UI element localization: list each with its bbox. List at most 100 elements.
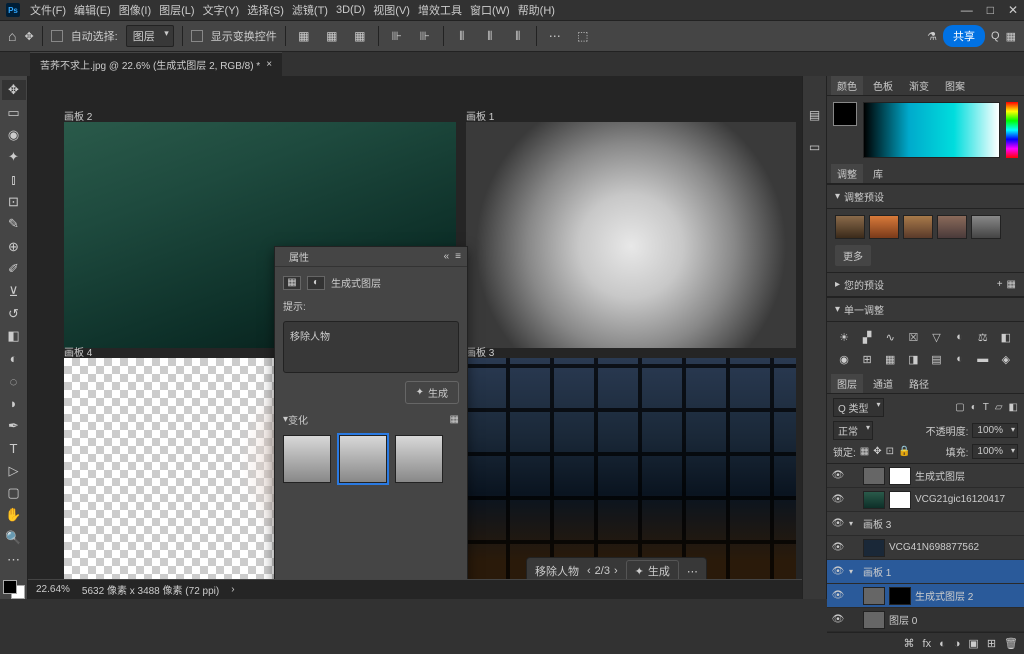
- layer-row[interactable]: 👁 VCG41N698877562: [827, 536, 1024, 560]
- path-tool[interactable]: ▷: [2, 460, 26, 480]
- lock-position-icon[interactable]: ✥: [873, 446, 881, 457]
- frame-tool[interactable]: ⊡: [2, 192, 26, 212]
- shape-tool[interactable]: ▢: [2, 483, 26, 503]
- bw-icon[interactable]: ◧: [997, 328, 1015, 346]
- beaker-icon[interactable]: ⚗: [927, 30, 937, 43]
- lock-all-icon[interactable]: 🔒: [898, 446, 910, 457]
- selective-icon[interactable]: ◈: [997, 350, 1015, 368]
- filter-shape-icon[interactable]: ▱: [995, 402, 1003, 413]
- preset-thumb[interactable]: [835, 215, 865, 239]
- color-tab[interactable]: 颜色: [831, 76, 863, 95]
- menu-plugins[interactable]: 增效工具: [414, 2, 466, 18]
- preset-thumb[interactable]: [869, 215, 899, 239]
- lookup-icon[interactable]: ▦: [881, 350, 899, 368]
- gradients-tab[interactable]: 渐变: [903, 76, 935, 95]
- filter-type-icon[interactable]: T: [983, 402, 989, 413]
- new-layer-icon[interactable]: ⊞: [987, 637, 996, 650]
- single-adjust-header[interactable]: ▾ 单一调整: [827, 297, 1024, 322]
- preset-thumb[interactable]: [971, 215, 1001, 239]
- pen-tool[interactable]: ✒: [2, 416, 26, 436]
- filter-image-icon[interactable]: ▢: [955, 402, 964, 413]
- artboard-3[interactable]: 画板 3 移除人物 ‹ 2/3 › ✦ 生成 ⋯: [466, 358, 796, 584]
- balance-icon[interactable]: ⚖: [974, 328, 992, 346]
- paths-tab[interactable]: 路径: [903, 374, 935, 393]
- variation-thumb-3[interactable]: [395, 435, 443, 483]
- your-presets-header[interactable]: ▸ 您的预设 + ▦: [827, 272, 1024, 297]
- layer-row[interactable]: 👁 图层 0: [827, 608, 1024, 632]
- history-panel-icon[interactable]: ▤: [806, 106, 824, 124]
- align-middle-icon[interactable]: ⫴: [480, 26, 500, 46]
- color-picker[interactable]: [827, 96, 1024, 164]
- menu-3d[interactable]: 3D(D): [332, 4, 369, 16]
- variation-thumb-2[interactable]: [339, 435, 387, 483]
- 3d-mode-icon[interactable]: ⬚: [573, 26, 593, 46]
- align-bottom-icon[interactable]: ⫴: [508, 26, 528, 46]
- layer-row[interactable]: 👁 VCG21gic16120417: [827, 488, 1024, 512]
- gen-prompt-text[interactable]: 移除人物: [535, 563, 579, 579]
- brush-tool[interactable]: ✐: [2, 259, 26, 279]
- layer-mask-icon[interactable]: ◐: [939, 638, 946, 650]
- artboard-3-label[interactable]: 画板 3: [466, 344, 494, 359]
- lock-artboard-icon[interactable]: ⊡: [886, 446, 894, 457]
- variation-thumb-1[interactable]: [283, 435, 331, 483]
- share-button[interactable]: 共享: [943, 25, 985, 47]
- type-tool[interactable]: T: [2, 438, 26, 458]
- status-chevron-icon[interactable]: ›: [231, 584, 234, 595]
- layer-name[interactable]: 图层 0: [889, 612, 917, 627]
- layer-fx-icon[interactable]: fx: [923, 638, 932, 650]
- menu-file[interactable]: 文件(F): [26, 2, 70, 18]
- menu-view[interactable]: 视图(V): [369, 2, 414, 18]
- minimize-button[interactable]: —: [961, 3, 973, 17]
- lasso-tool[interactable]: ◉: [2, 125, 26, 145]
- hand-tool[interactable]: ✋: [2, 505, 26, 525]
- eraser-tool[interactable]: ◧: [2, 326, 26, 346]
- close-tab-icon[interactable]: ×: [266, 59, 272, 70]
- adjustment-presets-header[interactable]: ▾ 调整预设: [827, 184, 1024, 209]
- layer-name[interactable]: 生成式图层 2: [915, 588, 973, 603]
- filter-adjust-icon[interactable]: ◐: [971, 402, 977, 413]
- menu-filter[interactable]: 滤镜(T): [288, 2, 332, 18]
- lock-pixels-icon[interactable]: ▦: [860, 446, 869, 457]
- align-left-icon[interactable]: ▦: [294, 26, 314, 46]
- blur-tool[interactable]: ◌: [2, 371, 26, 391]
- menu-window[interactable]: 窗口(W): [466, 2, 514, 18]
- align-top-icon[interactable]: ⫴: [452, 26, 472, 46]
- mask-thumb[interactable]: [889, 587, 911, 605]
- close-button[interactable]: ✕: [1008, 3, 1018, 17]
- patterns-tab[interactable]: 图案: [939, 76, 971, 95]
- foreground-color[interactable]: [3, 580, 17, 594]
- eyedropper-tool[interactable]: ✎: [2, 214, 26, 234]
- fill-input[interactable]: 100%: [972, 444, 1018, 459]
- heal-tool[interactable]: ⊕: [2, 237, 26, 257]
- layer-group-row[interactable]: 👁 ▾ 画板 3: [827, 512, 1024, 536]
- brightness-icon[interactable]: ☀: [835, 328, 853, 346]
- visibility-icon[interactable]: 👁: [831, 470, 845, 481]
- zoom-level[interactable]: 22.64%: [36, 584, 70, 595]
- panel-menu-icon[interactable]: ≡: [455, 251, 461, 262]
- distribute-icon[interactable]: ⊪: [387, 26, 407, 46]
- maximize-button[interactable]: □: [987, 3, 994, 17]
- mixer-icon[interactable]: ⊞: [858, 350, 876, 368]
- gradient-map-icon[interactable]: ▬: [974, 350, 992, 368]
- add-preset-icon[interactable]: +: [997, 279, 1003, 290]
- posterize-icon[interactable]: ▤: [928, 350, 946, 368]
- gen-prev-icon[interactable]: ‹: [587, 565, 591, 577]
- home-icon[interactable]: ⌂: [8, 28, 16, 44]
- menu-select[interactable]: 选择(S): [243, 2, 288, 18]
- visibility-icon[interactable]: 👁: [831, 518, 845, 529]
- prompt-input[interactable]: 移除人物: [283, 321, 459, 373]
- show-transform-checkbox[interactable]: [191, 30, 203, 42]
- gen-more-icon[interactable]: ⋯: [687, 565, 698, 578]
- zoom-tool[interactable]: 🔍: [2, 528, 26, 548]
- swatches-tab[interactable]: 色板: [867, 76, 899, 95]
- link-layers-icon[interactable]: ⌘: [904, 637, 915, 650]
- menu-help[interactable]: 帮助(H): [514, 2, 559, 18]
- artboard-1-label[interactable]: 画板 1: [466, 108, 494, 123]
- layer-thumb[interactable]: [863, 467, 885, 485]
- visibility-icon[interactable]: 👁: [831, 614, 845, 625]
- grid-view-icon[interactable]: ▦: [450, 414, 459, 425]
- visibility-icon[interactable]: 👁: [831, 494, 845, 505]
- align-center-icon[interactable]: ▦: [322, 26, 342, 46]
- canvas-area[interactable]: 画板 2 画板 1 画板 4 画板 3 移除人物 ‹ 2/3 ›: [28, 76, 802, 599]
- blend-mode-dropdown[interactable]: 正常: [833, 421, 873, 440]
